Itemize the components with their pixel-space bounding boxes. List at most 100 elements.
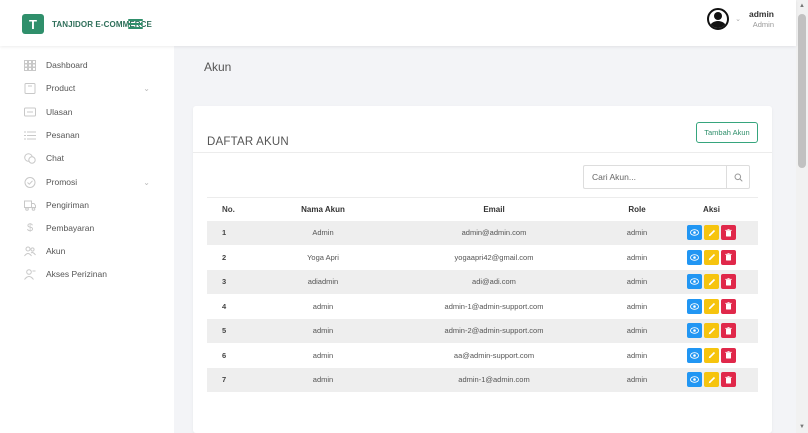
row-actions [665,323,758,339]
edit-button[interactable] [704,347,719,363]
cell-actions [665,245,758,270]
cell-no: 4 [222,301,227,311]
cell-email: admin-1@admin.com [379,367,609,392]
user-info: admin Admin [749,9,774,29]
edit-button[interactable] [704,298,719,314]
eye-icon [690,278,699,285]
cell-name: Admin [267,220,379,245]
card-title: DAFTAR AKUN [207,136,289,148]
eye-icon [690,376,699,383]
trash-icon [725,351,732,359]
grid-icon [24,59,36,71]
scroll-up-arrow-icon[interactable]: ▲ [796,0,808,12]
sidebar-item-chat[interactable]: Chat [24,149,164,167]
row-actions [665,249,758,265]
sidebar-item-pesanan[interactable]: Pesanan [24,126,164,144]
scrollbar[interactable]: ▲ ▼ [796,0,808,433]
cell-name: Yoga Apri [307,252,339,262]
sidebar-item-akun[interactable]: Akun [24,242,164,260]
user-menu[interactable]: ⌄ admin Admin [707,8,774,30]
sidebar-item-ulasan[interactable]: Ulasan [24,103,164,121]
cell-no: 5 [207,318,267,343]
cell-no: 3 [207,269,267,294]
edit-button[interactable] [704,249,719,265]
message-icon [24,107,36,118]
row-actions [665,225,758,241]
users-icon [24,246,36,257]
cell-no: 1 [207,220,267,245]
cell-email: admin@admin.com [379,220,609,245]
page-header: Akun [174,46,796,88]
edit-button[interactable] [704,274,719,290]
avatar[interactable] [707,8,730,30]
edit-button[interactable] [704,225,719,241]
chevron-down-icon[interactable]: ⌄ [735,15,741,23]
trash-icon [725,302,732,310]
table-row: 1 Admin admin@admin.com admin [207,220,758,245]
pencil-icon [708,278,716,286]
view-button[interactable] [687,298,702,314]
chevron-down-icon: ⌄ [143,83,150,93]
trash-icon [725,375,732,384]
cell-email: aa@admin-support.com [453,350,535,360]
add-account-button[interactable]: Tambah Akun [696,122,758,143]
pencil-icon [708,229,716,237]
eye-icon [690,327,699,334]
sidebar-item-pembayaran[interactable]: $ Pembayaran [24,219,164,237]
cell-role: admin [609,220,665,245]
sidebar-item-product[interactable]: Product ⌄ [24,79,164,97]
table-header-row: No. Nama Akun Email Role Aksi [207,197,758,221]
cell-email: adi@adi.com [379,269,609,294]
cell-no: 6 [222,350,227,360]
scroll-thumb[interactable] [798,14,806,168]
cell-actions [665,294,758,319]
column-header-email: Email [379,197,609,221]
view-button[interactable] [687,249,702,265]
table-row: 3 adiadmin adi@adi.com admin [207,269,758,294]
sidebar-item-akses-perizinan[interactable]: Akses Perizinan [24,265,164,283]
edit-button[interactable] [704,372,719,388]
top-bar: T TANJIDOR E-COMMERCE ⌄ admin Admin [0,0,796,46]
chat-icon [24,152,36,164]
cell-role: admin [609,367,665,392]
cell-email: yogaapri42@gmail.com [454,252,534,262]
search-button[interactable] [726,165,750,189]
delete-button[interactable] [721,249,736,265]
dollar-icon: $ [26,222,34,234]
accounts-card: DAFTAR AKUN Tambah Akun No. Nama Akun Em… [193,106,772,433]
row-actions [665,372,758,388]
cell-actions [665,269,758,294]
cell-role: admin [626,301,648,311]
delete-button[interactable] [721,372,736,388]
search-icon [734,173,743,182]
sidebar-item-pengiriman[interactable]: Pengiriman [24,196,164,214]
delete-button[interactable] [721,323,736,339]
delete-button[interactable] [721,347,736,363]
view-button[interactable] [687,225,702,241]
view-button[interactable] [687,274,702,290]
hamburger-menu-icon[interactable] [128,19,143,29]
cell-actions [665,318,758,343]
cell-name: admin [312,350,334,360]
delete-button[interactable] [721,225,736,241]
cell-role: admin [609,318,665,343]
column-header-actions: Aksi [665,197,758,221]
sidebar-item-dashboard[interactable]: Dashboard [24,56,164,74]
view-button[interactable] [687,347,702,363]
cell-no: 7 [207,367,267,392]
delete-button[interactable] [721,274,736,290]
trash-icon [725,277,732,286]
view-button[interactable] [687,323,702,339]
scroll-down-arrow-icon[interactable]: ▼ [796,421,808,433]
edit-button[interactable] [704,323,719,339]
pencil-icon [708,351,716,359]
cell-actions [665,220,758,245]
search-input[interactable] [583,165,727,189]
trash-icon [725,253,732,261]
delete-button[interactable] [721,298,736,314]
view-button[interactable] [687,372,702,388]
trash-icon [725,228,732,237]
user-key-icon [24,268,36,280]
sidebar-item-promosi[interactable]: Promosi ⌄ [24,173,164,191]
chevron-down-icon: ⌄ [143,177,150,187]
